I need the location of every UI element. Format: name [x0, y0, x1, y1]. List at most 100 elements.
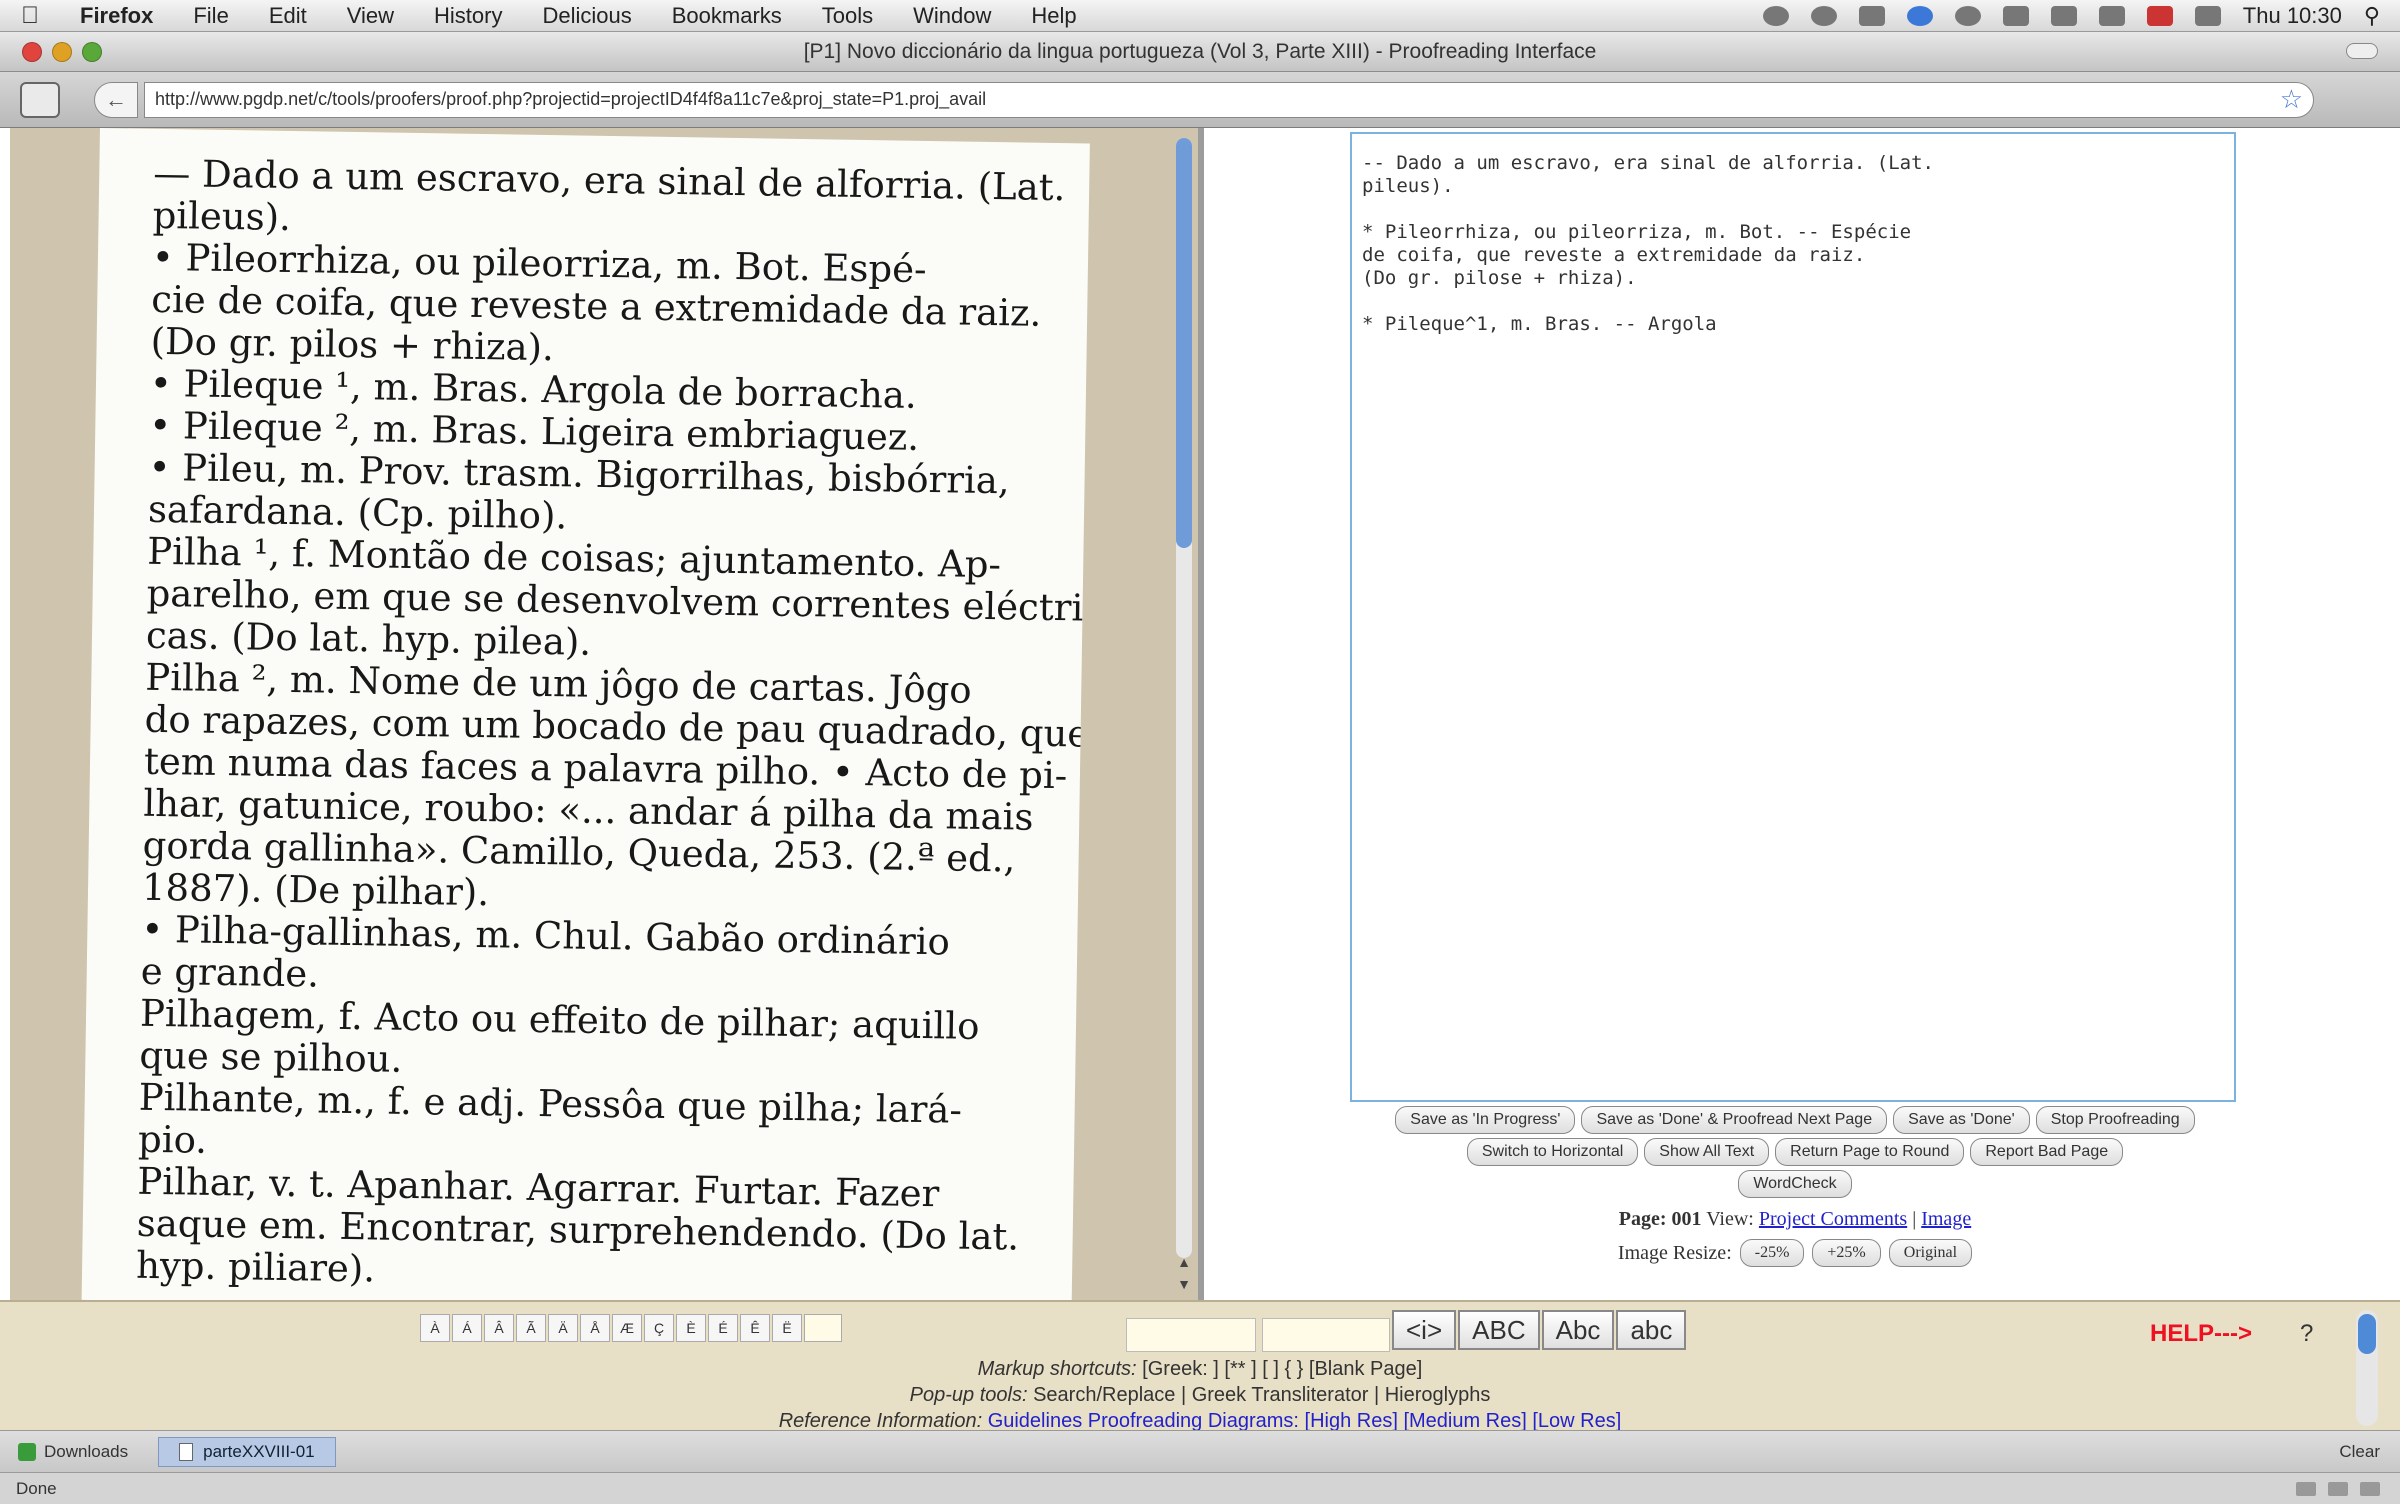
menu-view[interactable]: View — [327, 3, 414, 29]
special-character-button[interactable]: Å — [580, 1314, 610, 1342]
special-character-button[interactable]: Ä — [548, 1314, 578, 1342]
markup-shortcuts-label: Markup shortcuts: — [977, 1358, 1137, 1380]
project-comments-link[interactable]: Project Comments — [1759, 1208, 1907, 1230]
proofreading-textarea[interactable]: -- Dado a um escravo, era sinal de alfor… — [1350, 132, 2236, 1102]
status-bar: Done — [0, 1472, 2400, 1504]
italic-markup-button[interactable]: <i> — [1392, 1310, 1457, 1350]
scroll-up-arrow-icon[interactable]: ▲ — [1176, 1254, 1192, 1272]
minimize-window-icon[interactable] — [52, 41, 72, 62]
save-done-next-button[interactable]: Save as 'Done' & Proofread Next Page — [1581, 1106, 1888, 1134]
help-link[interactable]: HELP---> — [2150, 1320, 2252, 1348]
close-window-icon[interactable] — [22, 41, 42, 62]
special-character-button[interactable]: Ç — [644, 1314, 674, 1342]
wifi-icon[interactable] — [2050, 5, 2077, 26]
menu-app-firefox[interactable]: Firefox — [60, 3, 173, 29]
bookmark-star-icon[interactable]: ☆ — [2280, 84, 2303, 115]
menubar-clock[interactable]: Thu 10:30 — [2243, 3, 2342, 29]
menu-bookmarks[interactable]: Bookmarks — [652, 3, 802, 29]
popup-tools-items[interactable]: Search/Replace | Greek Transliterator | … — [1033, 1384, 1490, 1406]
clear-downloads-button[interactable]: Clear — [2339, 1442, 2380, 1462]
music-icon[interactable] — [1858, 5, 1885, 26]
special-character-button[interactable]: Ë — [772, 1314, 802, 1342]
image-link[interactable]: Image — [1921, 1208, 1971, 1230]
markup-shortcuts-items[interactable]: [Greek: ] [** ] [ ] { } [Blank Page] — [1142, 1358, 1422, 1380]
reference-links[interactable]: Guidelines Proofreading Diagrams: [High … — [988, 1410, 1622, 1430]
volume-icon[interactable] — [2098, 5, 2125, 26]
editor-text-line — [1362, 290, 2224, 313]
special-character-button[interactable]: É — [708, 1314, 738, 1342]
pane-divider[interactable] — [1198, 128, 1204, 1300]
special-character-button[interactable]: È — [676, 1314, 706, 1342]
view-label: View: — [1706, 1208, 1754, 1230]
statusbar-icon-1[interactable] — [2296, 1481, 2316, 1496]
report-bad-page-button[interactable]: Report Bad Page — [1970, 1138, 2124, 1166]
timemachine-icon[interactable] — [1762, 5, 1789, 26]
page-info: Page: 001 View: Project Comments | Image — [1300, 1208, 2290, 1231]
editor-text-line: * Pileorrhiza, ou pileorriza, m. Bot. --… — [1362, 221, 1912, 243]
menu-delicious[interactable]: Delicious — [522, 3, 651, 29]
case-buttons: <i> ABC Abc abc — [1392, 1310, 1687, 1350]
popup-tools-row: Pop-up tools: Search/Replace | Greek Tra… — [0, 1384, 2400, 1407]
window-titlebar: [P1] Novo diccionário da lingua portugue… — [0, 32, 2400, 72]
scan-scrollbar[interactable]: ▲ ▼ — [1170, 128, 1198, 1300]
special-character-button[interactable]: Á — [452, 1314, 482, 1342]
special-character-button[interactable] — [804, 1314, 842, 1342]
apple-menu-icon[interactable]:  — [0, 2, 60, 30]
special-character-button[interactable]: Ê — [740, 1314, 770, 1342]
statusbar-icon-2[interactable] — [2328, 1481, 2348, 1496]
markup-shortcuts-row: Markup shortcuts: [Greek: ] [** ] [ ] { … — [0, 1358, 2400, 1381]
status-tray: Thu 10:30 ⚲ — [1762, 3, 2400, 29]
original-size-button[interactable]: Original — [1888, 1239, 1973, 1267]
switch-horizontal-button[interactable]: Switch to Horizontal — [1466, 1138, 1639, 1166]
uppercase-button[interactable]: ABC — [1458, 1310, 1540, 1350]
sidebar-toggle-button[interactable] — [20, 81, 60, 118]
titlecase-button[interactable]: Abc — [1541, 1310, 1615, 1350]
menu-edit[interactable]: Edit — [249, 3, 327, 29]
flag-icon[interactable] — [2146, 5, 2173, 26]
return-page-button[interactable]: Return Page to Round — [1775, 1138, 1965, 1166]
special-character-button[interactable]: Â — [484, 1314, 514, 1342]
sync-icon[interactable] — [1810, 5, 1837, 26]
menu-help[interactable]: Help — [1011, 3, 1096, 29]
downloads-button[interactable]: Downloads — [0, 1442, 128, 1462]
save-done-button[interactable]: Save as 'Done' — [1893, 1106, 2030, 1134]
character-input-1[interactable] — [1126, 1318, 1256, 1352]
special-character-button[interactable]: Æ — [612, 1314, 642, 1342]
character-input-2[interactable] — [1262, 1318, 1390, 1352]
proofing-toolbox: ÀÁÂÃÄÅÆÇÈÉÊË <i> ABC Abc abc HELP---> ? … — [0, 1300, 2400, 1430]
save-in-progress-button[interactable]: Save as 'In Progress' — [1395, 1106, 1576, 1134]
address-bar[interactable]: http://www.pgdp.net/c/tools/proofers/pro… — [144, 81, 2314, 118]
special-character-button[interactable]: À — [420, 1314, 450, 1342]
browser-toolbar: ← http://www.pgdp.net/c/tools/proofers/p… — [0, 72, 2400, 128]
spotlight-icon[interactable]: ⚲ — [2364, 3, 2380, 29]
image-resize-row: Image Resize: -25% +25% Original — [1300, 1239, 2290, 1267]
clock-sync-icon[interactable] — [1954, 5, 1981, 26]
stop-proofreading-button[interactable]: Stop Proofreading — [2035, 1106, 2195, 1134]
button-row-2: Switch to Horizontal Show All Text Retur… — [1300, 1138, 2290, 1166]
bluetooth-icon[interactable] — [1906, 5, 1933, 26]
mac-menubar:  Firefox File Edit View History Delicio… — [0, 0, 2400, 32]
menu-file[interactable]: File — [173, 3, 248, 29]
special-character-button[interactable]: Ã — [516, 1314, 546, 1342]
help-question-icon[interactable]: ? — [2300, 1320, 2313, 1348]
toolbox-scroll-thumb[interactable] — [2358, 1314, 2376, 1354]
menu-tools[interactable]: Tools — [802, 3, 893, 29]
link-separator: | — [1912, 1208, 1917, 1230]
scan-scroll-thumb[interactable] — [1176, 138, 1192, 548]
back-button[interactable]: ← — [94, 81, 138, 118]
zoom-in-button[interactable]: +25% — [1812, 1239, 1881, 1267]
menu-window[interactable]: Window — [893, 3, 1011, 29]
wordcheck-button[interactable]: WordCheck — [1738, 1170, 1852, 1198]
editor-text-line: * Pileque^1, m. Bras. -- Argola — [1362, 313, 1717, 335]
menu-history[interactable]: History — [414, 3, 522, 29]
scroll-down-arrow-icon[interactable]: ▼ — [1176, 1276, 1192, 1294]
lowercase-button[interactable]: abc — [1616, 1310, 1687, 1350]
toolbar-toggle-icon[interactable] — [2346, 43, 2378, 59]
show-all-text-button[interactable]: Show All Text — [1644, 1138, 1770, 1166]
resize-grip-icon[interactable] — [2360, 1481, 2380, 1496]
zoom-out-button[interactable]: -25% — [1739, 1239, 1805, 1267]
battery-icon[interactable] — [2194, 5, 2221, 26]
download-item[interactable]: parteXXVIII-01 — [158, 1436, 336, 1467]
dropbox-icon[interactable] — [2002, 5, 2029, 26]
zoom-window-icon[interactable] — [82, 41, 102, 62]
